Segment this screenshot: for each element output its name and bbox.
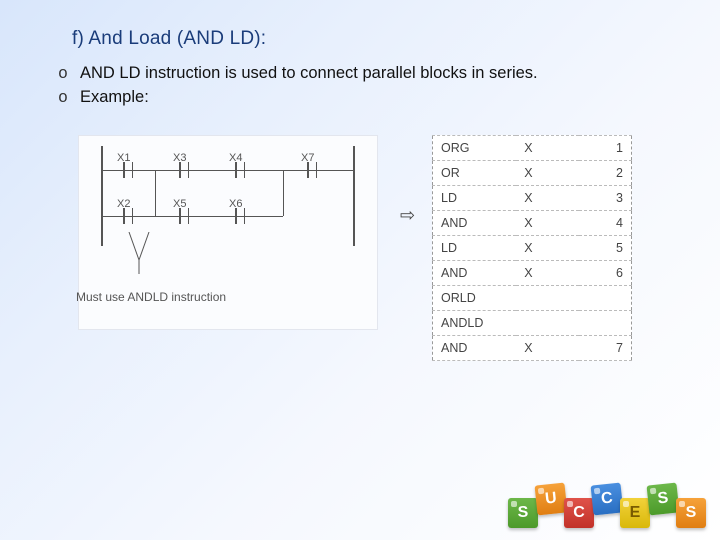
bullet-text: Example: — [80, 86, 149, 110]
table-row: LDX5 — [433, 236, 632, 261]
arg-cell: X — [516, 136, 579, 161]
letter-block: S — [508, 498, 538, 528]
num-cell: 1 — [579, 136, 631, 161]
letter: C — [600, 489, 613, 508]
letter-block: S — [676, 498, 706, 528]
letter: C — [573, 504, 585, 522]
letter-block: E — [620, 498, 650, 528]
table-row: ORGX1 — [433, 136, 632, 161]
table-row: ANDX6 — [433, 261, 632, 286]
contact-x5 — [171, 206, 197, 226]
op-cell: ORLD — [433, 286, 517, 311]
branch-v2 — [283, 170, 284, 216]
table-row: ANDX7 — [433, 336, 632, 361]
num-cell: 5 — [579, 236, 631, 261]
letter: S — [686, 504, 697, 522]
bullet-text: AND LD instruction is used to connect pa… — [80, 62, 538, 86]
arrow-right-icon: ⇨ — [400, 205, 415, 226]
contact-x3 — [171, 160, 197, 180]
op-cell: AND — [433, 336, 517, 361]
letter: S — [518, 504, 529, 522]
instruction-table: ORGX1 ORX2 LDX3 ANDX4 LDX5 ANDX6 ORLD AN… — [432, 135, 632, 361]
letter-block: C — [564, 498, 594, 528]
contact-x7 — [299, 160, 325, 180]
arg-cell: X — [516, 186, 579, 211]
op-cell: ORG — [433, 136, 517, 161]
num-cell — [579, 286, 631, 311]
left-rail — [101, 146, 103, 246]
pointer-vee — [109, 232, 169, 274]
list-item: o Example: — [58, 86, 538, 110]
contact-x1 — [115, 160, 141, 180]
letter: S — [657, 489, 669, 508]
num-cell: 7 — [579, 336, 631, 361]
contact-x4 — [227, 160, 253, 180]
letter: U — [544, 489, 557, 508]
num-cell: 4 — [579, 211, 631, 236]
section-title: f) And Load (AND LD): — [72, 28, 266, 50]
num-cell: 3 — [579, 186, 631, 211]
op-cell: LD — [433, 236, 517, 261]
bullet-list: o AND LD instruction is used to connect … — [58, 62, 538, 110]
arg-cell — [516, 286, 579, 311]
bullet-marker: o — [58, 62, 80, 86]
arg-cell: X — [516, 336, 579, 361]
letter: E — [630, 504, 641, 522]
contact-x2 — [115, 206, 141, 226]
table-row: LDX3 — [433, 186, 632, 211]
num-cell: 6 — [579, 261, 631, 286]
table-row: ORX2 — [433, 161, 632, 186]
op-cell: AND — [433, 261, 517, 286]
bullet-marker: o — [58, 86, 80, 110]
success-blocks-decoration: S U C C E S S — [510, 472, 706, 528]
op-cell: AND — [433, 211, 517, 236]
letter-block: C — [591, 483, 624, 516]
arg-cell — [516, 311, 579, 336]
diagram-annotation: Must use ANDLD instruction — [76, 290, 226, 304]
contact-x6 — [227, 206, 253, 226]
arg-cell: X — [516, 236, 579, 261]
table-row: ORLD — [433, 286, 632, 311]
letter-block: U — [535, 483, 568, 516]
arg-cell: X — [516, 161, 579, 186]
table-row: ANDLD — [433, 311, 632, 336]
op-cell: LD — [433, 186, 517, 211]
list-item: o AND LD instruction is used to connect … — [58, 62, 538, 86]
right-rail — [353, 146, 355, 246]
op-cell: ANDLD — [433, 311, 517, 336]
branch-v1 — [155, 170, 156, 216]
num-cell: 2 — [579, 161, 631, 186]
letter-block: S — [647, 483, 680, 516]
arg-cell: X — [516, 211, 579, 236]
num-cell — [579, 311, 631, 336]
arg-cell: X — [516, 261, 579, 286]
table-row: ANDX4 — [433, 211, 632, 236]
op-cell: OR — [433, 161, 517, 186]
